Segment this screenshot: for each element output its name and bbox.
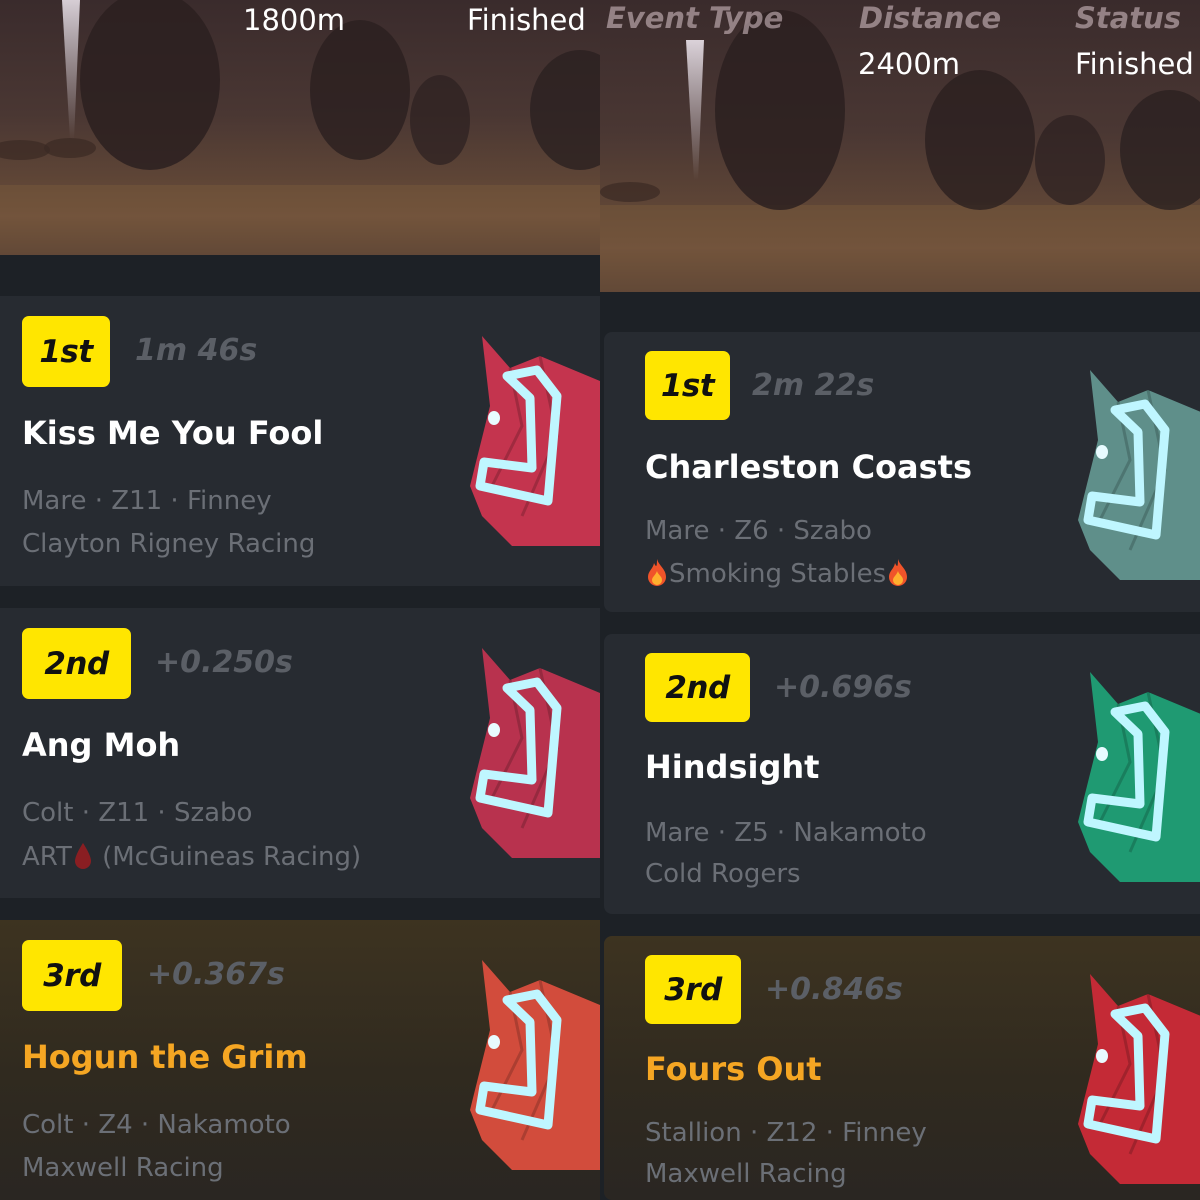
horse-name[interactable]: Fours Out <box>645 1050 822 1088</box>
flame-icon <box>648 559 666 586</box>
result-card-2nd[interactable]: 2nd +0.250s Ang Moh Colt · Z11 · Szabo A… <box>0 608 600 898</box>
left-race-panel: 1800m Finished 1st 1m 46s Kiss Me You Fo… <box>0 0 600 1200</box>
horse-details: Stallion · Z12 · Finney <box>645 1118 927 1148</box>
finish-time: +0.250s <box>155 645 293 680</box>
stable-name[interactable]: Cold Rogers <box>645 859 801 889</box>
horse-head-avatar <box>470 648 600 858</box>
result-card-1st[interactable]: 1st 2m 22s Charleston Coasts Mare · Z6 ·… <box>604 332 1200 612</box>
horse-name[interactable]: Hindsight <box>645 748 819 786</box>
horse-details: Mare · Z5 · Nakamoto <box>645 818 927 848</box>
race-distance: 1800m <box>243 3 346 37</box>
blood-drop-icon <box>74 843 91 869</box>
stable-name[interactable]: Smoking Stables <box>645 557 910 589</box>
finish-time: 1m 46s <box>135 333 258 368</box>
stable-name[interactable]: Clayton Rigney Racing <box>22 529 315 559</box>
horse-head-avatar <box>470 960 600 1170</box>
stable-name[interactable]: Maxwell Racing <box>645 1159 847 1189</box>
finish-time: +0.846s <box>765 972 903 1007</box>
horse-head-avatar <box>1078 974 1200 1184</box>
horse-details: Colt · Z4 · Nakamoto <box>22 1110 291 1140</box>
horse-name[interactable]: Ang Moh <box>22 726 180 764</box>
stable-name[interactable]: ART (McGuineas Racing) <box>22 841 361 872</box>
place-badge: 3rd <box>645 955 741 1024</box>
horse-head-avatar <box>470 336 600 546</box>
stable-name[interactable]: Maxwell Racing <box>22 1153 224 1183</box>
finish-time: +0.696s <box>774 670 912 705</box>
horse-head-avatar <box>1078 672 1200 882</box>
right-race-panel: Event Type Distance Status 2400m Finishe… <box>600 0 1200 1200</box>
place-badge: 1st <box>645 351 730 420</box>
place-badge: 2nd <box>22 628 131 699</box>
horse-details: Mare · Z6 · Szabo <box>645 516 872 546</box>
result-card-2nd[interactable]: 2nd +0.696s Hindsight Mare · Z5 · Nakamo… <box>604 634 1200 914</box>
result-card-1st[interactable]: 1st 1m 46s Kiss Me You Fool Mare · Z11 ·… <box>0 296 600 586</box>
finish-time: +0.367s <box>147 957 285 992</box>
horse-details: Mare · Z11 · Finney <box>22 486 272 516</box>
distance-header: Distance <box>859 1 1002 35</box>
horse-name[interactable]: Charleston Coasts <box>645 448 972 486</box>
horse-details: Colt · Z11 · Szabo <box>22 798 253 828</box>
race-banner: Event Type Distance Status 2400m Finishe… <box>600 0 1200 292</box>
horse-head-avatar <box>1078 370 1200 580</box>
race-scene-image <box>600 10 1200 292</box>
race-status: Finished <box>467 3 586 37</box>
result-card-3rd[interactable]: 3rd +0.846s Fours Out Stallion · Z12 · F… <box>604 936 1200 1200</box>
event-type-header: Event Type <box>606 1 784 35</box>
race-scene-image <box>0 0 600 255</box>
flame-icon <box>889 559 908 586</box>
race-status: Finished <box>1075 47 1194 81</box>
place-badge: 3rd <box>22 940 122 1011</box>
horse-name[interactable]: Hogun the Grim <box>22 1038 308 1076</box>
finish-time: 2m 22s <box>752 368 875 403</box>
stable-label: Smoking Stables <box>669 559 887 589</box>
result-card-3rd[interactable]: 3rd +0.367s Hogun the Grim Colt · Z4 · N… <box>0 920 600 1200</box>
place-badge: 2nd <box>645 653 750 722</box>
horse-name[interactable]: Kiss Me You Fool <box>22 414 323 452</box>
race-banner: 1800m Finished <box>0 0 600 255</box>
race-distance: 2400m <box>858 47 961 81</box>
place-badge: 1st <box>22 316 110 387</box>
stable-prefix: ART <box>22 842 72 872</box>
status-header: Status <box>1075 1 1182 35</box>
stable-suffix: (McGuineas Racing) <box>93 842 362 872</box>
